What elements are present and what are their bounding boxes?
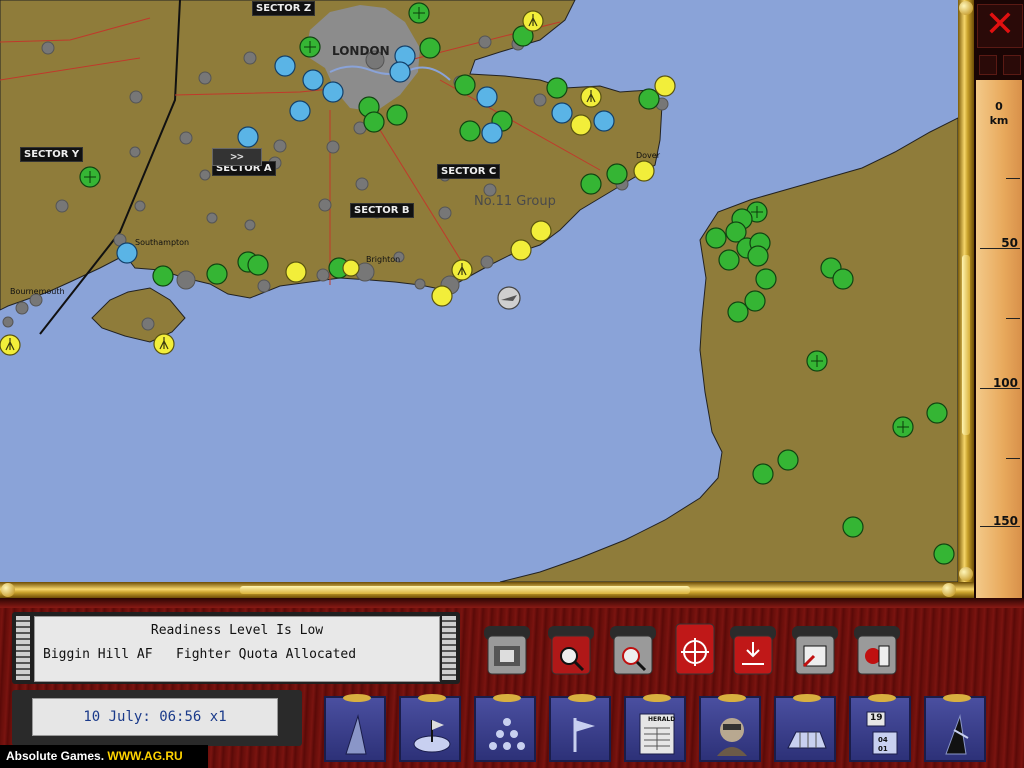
scale-unit: km bbox=[989, 114, 1009, 127]
date-time-display: 10 July: 06:56 x1 bbox=[83, 709, 227, 725]
message-body: Biggin Hill AF Fighter Quota Allocated bbox=[43, 647, 357, 662]
calendar-day: 19 bbox=[870, 713, 883, 723]
watermark-site: WWW.AG.RU bbox=[107, 749, 183, 763]
airfield-map-icon bbox=[413, 720, 451, 753]
horizontal-scroll-thumb[interactable] bbox=[240, 586, 690, 594]
message-title: Readiness Level Is Low bbox=[150, 623, 324, 638]
message-paper: Readiness Level Is Low Biggin Hill AF Fi… bbox=[34, 616, 440, 682]
phone-download-button[interactable] bbox=[724, 616, 782, 678]
sector-c-label: SECTOR C bbox=[437, 164, 501, 179]
scale-unit-zero: 0 bbox=[995, 100, 1003, 113]
town-brighton: Brighton bbox=[366, 255, 401, 264]
nav-airfield-button[interactable] bbox=[399, 694, 461, 762]
phone-zoom-map-button[interactable] bbox=[542, 616, 600, 678]
phone-exit-button[interactable] bbox=[848, 616, 906, 678]
navigation-icon bbox=[945, 714, 969, 755]
phone-target-button[interactable] bbox=[666, 616, 724, 678]
sector-b-label: SECTOR B bbox=[350, 203, 414, 218]
frame-knob-corner bbox=[959, 567, 973, 581]
nav-calendar-button[interactable]: 19 04 01 bbox=[849, 694, 911, 762]
town-southampton: Southampton bbox=[135, 238, 190, 247]
phone-save-button[interactable] bbox=[786, 616, 844, 678]
calendar-line2: 01 bbox=[878, 745, 888, 753]
calendar-line1: 04 bbox=[878, 736, 888, 744]
nav-squadrons-button[interactable] bbox=[474, 694, 536, 762]
options-icon[interactable] bbox=[1003, 55, 1021, 75]
close-button[interactable]: ✕ bbox=[977, 4, 1023, 48]
frame-knob-top bbox=[959, 1, 973, 15]
briefcase-icon bbox=[484, 626, 530, 675]
message-panel[interactable]: Readiness Level Is Low Biggin Hill AF Fi… bbox=[12, 612, 460, 684]
fast-forward-button[interactable]: >> bbox=[212, 148, 262, 166]
map-zoom-icon bbox=[548, 626, 594, 675]
vertical-scrollbar[interactable] bbox=[958, 0, 974, 582]
frame-knob-left bbox=[1, 583, 15, 597]
sector-y-label: SECTOR Y bbox=[20, 147, 84, 162]
horizontal-scrollbar[interactable] bbox=[0, 582, 974, 598]
phone-briefcase-button[interactable] bbox=[478, 616, 536, 678]
frame-knob-right bbox=[942, 583, 956, 597]
hangar-icon bbox=[787, 731, 827, 749]
town-bournemouth: Bournemouth bbox=[10, 287, 65, 296]
herald-label: HERALD bbox=[648, 716, 676, 723]
clock-paper: 10 July: 06:56 x1 bbox=[32, 698, 278, 736]
exit-icon bbox=[854, 626, 900, 675]
flag-icon bbox=[573, 718, 595, 752]
save-icon bbox=[792, 626, 838, 675]
download-icon bbox=[730, 626, 776, 675]
watermark: Absolute Games. WWW.AG.RU bbox=[0, 745, 208, 768]
sector-z-label: SECTOR Z bbox=[252, 1, 316, 16]
london-label: LONDON bbox=[332, 44, 390, 58]
watermark-prefix: Absolute Games. bbox=[6, 749, 108, 763]
phone-search-button[interactable] bbox=[604, 616, 662, 678]
map-terrain bbox=[0, 0, 958, 582]
nav-flag-button[interactable] bbox=[549, 694, 611, 762]
plane-tail-icon bbox=[345, 714, 367, 755]
vertical-scroll-thumb[interactable] bbox=[962, 255, 970, 435]
group-label: No.11 Group bbox=[474, 194, 556, 209]
nav-aircraft-button[interactable] bbox=[324, 694, 386, 762]
target-icon bbox=[675, 623, 715, 675]
nav-hangars-button[interactable] bbox=[774, 694, 836, 762]
campaign-map[interactable]: SECTOR Z SECTOR Y SECTOR A SECTOR C SECT… bbox=[0, 0, 958, 582]
pilot-portrait-icon bbox=[717, 718, 747, 756]
nav-newspaper-button[interactable]: HERALD bbox=[624, 694, 686, 762]
search-icon bbox=[610, 626, 656, 675]
nav-pilots-button[interactable] bbox=[699, 694, 761, 762]
clock-panel: 10 July: 06:56 x1 bbox=[12, 690, 302, 746]
minimize-icon[interactable] bbox=[979, 55, 997, 75]
town-dover: Dover bbox=[636, 151, 660, 160]
nav-tail-button[interactable] bbox=[924, 694, 986, 762]
distance-scale: 0 km 50 100 150 bbox=[976, 80, 1022, 598]
squadron-formation-icon bbox=[489, 718, 525, 750]
